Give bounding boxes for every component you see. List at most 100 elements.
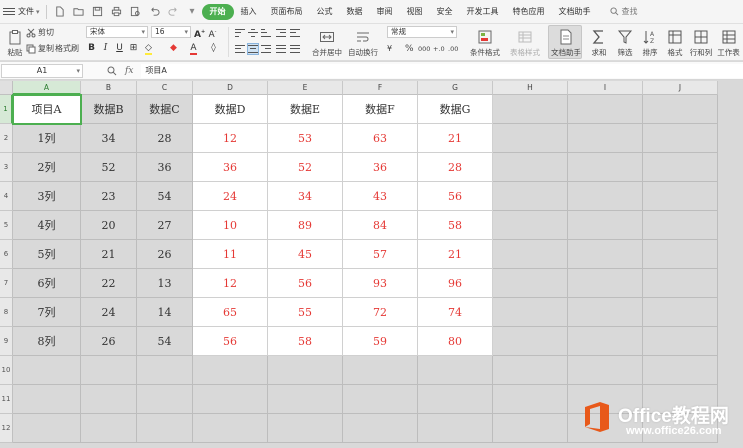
conditional-format-button[interactable]: 条件格式 xyxy=(468,26,502,60)
column-header-j[interactable]: J xyxy=(643,81,718,95)
data-cell[interactable]: 23 xyxy=(81,182,137,211)
data-cell[interactable]: 20 xyxy=(81,211,137,240)
tab-view[interactable]: 视图 xyxy=(400,4,430,20)
row-header-5[interactable]: 5 xyxy=(0,211,13,240)
empty-cell[interactable] xyxy=(418,356,493,385)
formula-input[interactable]: 项目A xyxy=(141,63,743,78)
empty-cell[interactable] xyxy=(643,240,718,269)
empty-cell[interactable] xyxy=(493,124,568,153)
data-cell[interactable]: 59 xyxy=(343,327,418,356)
data-cell[interactable]: 22 xyxy=(81,269,137,298)
align-right-icon[interactable] xyxy=(261,44,271,54)
header-cell[interactable]: 数据B xyxy=(81,95,137,124)
row-header-12[interactable]: 12 xyxy=(0,414,13,443)
data-cell[interactable]: 21 xyxy=(81,240,137,269)
data-cell[interactable]: 21 xyxy=(418,124,493,153)
empty-cell[interactable] xyxy=(13,414,81,443)
percent-button[interactable]: % xyxy=(405,42,414,55)
data-cell[interactable]: 36 xyxy=(193,153,268,182)
align-top-icon[interactable] xyxy=(235,28,245,38)
empty-cell[interactable] xyxy=(343,356,418,385)
empty-cell[interactable] xyxy=(343,385,418,414)
more-qa-icon[interactable]: ▾ xyxy=(186,5,199,18)
data-cell[interactable]: 84 xyxy=(343,211,418,240)
header-cell[interactable]: 数据C xyxy=(137,95,193,124)
header-cell[interactable]: 数据G xyxy=(418,95,493,124)
empty-cell[interactable] xyxy=(493,182,568,211)
row-header-1[interactable]: 1 xyxy=(0,95,13,124)
data-cell[interactable]: 5列 xyxy=(13,240,81,269)
empty-cell[interactable] xyxy=(493,385,568,414)
eraser-icon[interactable]: ◊ xyxy=(208,42,219,54)
row-header-4[interactable]: 4 xyxy=(0,182,13,211)
data-cell[interactable]: 4列 xyxy=(13,211,81,240)
empty-cell[interactable] xyxy=(268,385,343,414)
select-all-corner[interactable] xyxy=(0,81,13,95)
data-cell[interactable]: 28 xyxy=(137,124,193,153)
decrease-font-icon[interactable]: A- xyxy=(207,26,218,40)
empty-cell[interactable] xyxy=(13,356,81,385)
empty-cell[interactable] xyxy=(493,356,568,385)
merge-center-button[interactable]: 合并居中 xyxy=(310,26,344,60)
data-cell[interactable]: 80 xyxy=(418,327,493,356)
increase-font-icon[interactable]: A+ xyxy=(194,26,205,40)
justify-icon[interactable] xyxy=(276,44,286,54)
empty-cell[interactable] xyxy=(81,414,137,443)
empty-cell[interactable] xyxy=(137,414,193,443)
tab-features[interactable]: 特色应用 xyxy=(506,4,552,20)
print-preview-icon[interactable] xyxy=(129,5,142,18)
empty-cell[interactable] xyxy=(13,385,81,414)
filter-button[interactable]: 筛选 xyxy=(612,26,638,60)
data-cell[interactable]: 7列 xyxy=(13,298,81,327)
open-folder-icon[interactable] xyxy=(72,5,85,18)
empty-cell[interactable] xyxy=(268,414,343,443)
empty-cell[interactable] xyxy=(568,240,643,269)
column-header-h[interactable]: H xyxy=(493,81,568,95)
empty-cell[interactable] xyxy=(568,327,643,356)
data-cell[interactable]: 89 xyxy=(268,211,343,240)
row-header-10[interactable]: 10 xyxy=(0,356,13,385)
worksheet-button[interactable]: 工作表 xyxy=(714,26,743,60)
data-cell[interactable]: 57 xyxy=(343,240,418,269)
data-cell[interactable]: 13 xyxy=(137,269,193,298)
increase-decimal-button[interactable]: +.0 xyxy=(433,42,445,55)
name-box[interactable]: A1 xyxy=(1,63,83,78)
doc-assistant-button[interactable]: 文档助手 xyxy=(550,26,582,60)
data-cell[interactable]: 45 xyxy=(268,240,343,269)
row-header-11[interactable]: 11 xyxy=(0,385,13,414)
align-middle-icon[interactable] xyxy=(248,28,258,38)
data-cell[interactable]: 54 xyxy=(137,182,193,211)
font-size-select[interactable]: 16 xyxy=(151,26,191,38)
data-cell[interactable]: 43 xyxy=(343,182,418,211)
tab-security[interactable]: 安全 xyxy=(430,4,460,20)
column-header-a[interactable]: A xyxy=(13,81,81,95)
header-cell[interactable]: 数据F xyxy=(343,95,418,124)
table-style-button[interactable]: 表格样式 xyxy=(508,26,542,60)
empty-cell[interactable] xyxy=(193,356,268,385)
empty-cell[interactable] xyxy=(643,95,718,124)
column-header-c[interactable]: C xyxy=(137,81,193,95)
undo-icon[interactable] xyxy=(148,5,161,18)
data-cell[interactable]: 14 xyxy=(137,298,193,327)
data-cell[interactable]: 28 xyxy=(418,153,493,182)
zoom-icon[interactable] xyxy=(107,66,117,76)
empty-cell[interactable] xyxy=(643,211,718,240)
data-cell[interactable]: 54 xyxy=(137,327,193,356)
empty-cell[interactable] xyxy=(493,269,568,298)
decrease-decimal-button[interactable]: .00 xyxy=(448,42,458,55)
empty-cell[interactable] xyxy=(137,356,193,385)
print-icon[interactable] xyxy=(110,5,123,18)
empty-cell[interactable] xyxy=(493,95,568,124)
empty-cell[interactable] xyxy=(643,269,718,298)
column-header-f[interactable]: F xyxy=(343,81,418,95)
tab-insert[interactable]: 插入 xyxy=(234,4,264,20)
currency-icon[interactable]: ¥ xyxy=(387,42,392,55)
tab-formulas[interactable]: 公式 xyxy=(310,4,340,20)
empty-cell[interactable] xyxy=(643,298,718,327)
data-cell[interactable]: 53 xyxy=(268,124,343,153)
data-cell[interactable]: 12 xyxy=(193,269,268,298)
redo-icon[interactable] xyxy=(167,5,180,18)
fx-icon[interactable]: fx xyxy=(125,66,133,76)
empty-cell[interactable] xyxy=(418,414,493,443)
row-header-6[interactable]: 6 xyxy=(0,240,13,269)
